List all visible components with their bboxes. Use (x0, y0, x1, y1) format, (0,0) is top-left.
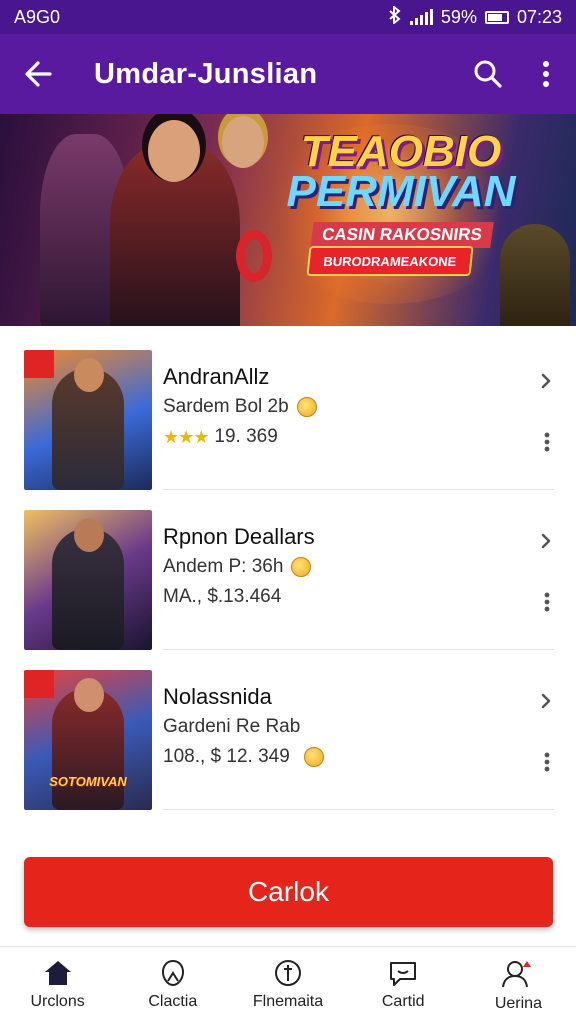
coin-icon (303, 747, 324, 767)
primary-cta-button[interactable]: Carlok (24, 857, 553, 927)
list-item[interactable]: SOTOMIVAN Nolassnida Gardeni Re Rab 108.… (0, 646, 576, 810)
banner-title: TEAOBIO PERMIVAN (286, 127, 516, 216)
nav-label: Cartid (381, 993, 425, 1010)
game-subtitle: Sardem Bol 2b (163, 396, 317, 418)
promo-banner[interactable]: TEAOBIO PERMIVAN CASIN RAKOSNIRS BURODRA… (0, 114, 576, 326)
more-vert-icon[interactable] (544, 592, 550, 617)
thumbnail-logo: SOTOMIVAN (49, 774, 127, 789)
banner-pill[interactable]: BURODRAMEAKONE (306, 246, 474, 276)
nav-label: Uerina (494, 995, 542, 1012)
banner-subtitle: CASIN RAKOSNIRS (310, 222, 494, 248)
game-thumbnail (24, 510, 152, 650)
status-time: 07:23 (516, 6, 562, 27)
game-thumbnail: SOTOMIVAN (24, 670, 152, 810)
game-title: Rpnon Deallars (163, 524, 315, 549)
game-meta: ★★★ 19. 369 (163, 426, 278, 448)
banner-title-line1: TEAOBIO (300, 127, 502, 176)
page-title: Umdar-Junslian (94, 57, 318, 90)
home-icon (44, 961, 71, 985)
chevron-right-icon[interactable] (540, 532, 552, 555)
profile-icon (502, 961, 532, 988)
banner-character-right (500, 224, 570, 326)
game-thumbnail (24, 350, 152, 490)
game-subtitle-text: Andem P: 36h (163, 556, 284, 577)
search-icon (474, 60, 502, 88)
signal-icon (409, 9, 433, 25)
game-list: AndranAllz Sardem Bol 2b ★★★ 19. 369 Rpn… (0, 326, 576, 810)
search-button[interactable] (460, 34, 516, 114)
banner-token (236, 230, 272, 282)
back-button[interactable] (0, 34, 76, 114)
game-subtitle: Gardeni Re Rab (163, 716, 300, 738)
nav-label: Urclons (30, 993, 85, 1010)
status-icons: 59% 07:23 (388, 4, 562, 29)
bottom-nav: Urclons Clactia Flnemaita Cartid Uerina (0, 946, 576, 1024)
game-meta-text: 19. 369 (214, 426, 278, 447)
more-menu-button[interactable] (516, 34, 576, 114)
rating-stars: ★★★ (163, 426, 209, 447)
status-carrier: A9G0 (14, 6, 61, 27)
list-item[interactable]: Rpnon Deallars Andem P: 36h MA., $.13.46… (0, 486, 576, 650)
divider (163, 809, 554, 810)
chat-icon (390, 962, 417, 986)
nav-label: Clactia (148, 993, 198, 1010)
game-title: Nolassnida (163, 684, 272, 709)
chevron-right-icon[interactable] (540, 692, 552, 715)
game-meta-text: MA., $.13.464 (163, 586, 282, 607)
nav-item-flnemaita[interactable]: Flnemaita (230, 947, 345, 1024)
game-subtitle-text: Sardem Bol 2b (163, 396, 289, 417)
nav-label: Flnemaita (252, 993, 324, 1010)
more-vert-icon[interactable] (544, 432, 550, 457)
nav-item-home[interactable]: Urclons (0, 947, 115, 1024)
app-bar: Umdar-Junslian (0, 34, 576, 114)
arrow-left-icon (25, 61, 52, 87)
game-subtitle: Andem P: 36h (163, 556, 312, 578)
bluetooth-icon (388, 4, 402, 29)
game-meta: MA., $.13.464 (163, 586, 281, 608)
more-vert-icon[interactable] (544, 752, 550, 777)
battery-percent: 59% (440, 6, 477, 27)
more-vert-icon (543, 61, 549, 87)
nav-item-cartid[interactable]: Cartid (346, 947, 461, 1024)
coin-icon (296, 397, 317, 417)
list-item[interactable]: AndranAllz Sardem Bol 2b ★★★ 19. 369 (0, 326, 576, 490)
bookmark-icon (161, 959, 184, 987)
game-title: AndranAllz (163, 364, 270, 389)
status-bar: A9G0 59% 07:23 (0, 0, 576, 34)
nav-item-clactia[interactable]: Clactia (115, 947, 230, 1024)
chevron-right-icon[interactable] (540, 372, 552, 395)
battery-icon (484, 10, 509, 24)
compass-icon (275, 960, 301, 986)
coin-icon (291, 557, 312, 577)
banner-character-head (148, 120, 200, 182)
banner-title-line2: PERMIVAN (286, 167, 516, 216)
game-meta: 108., $ 12. 349 (163, 746, 324, 768)
banner-character-head-2 (222, 116, 264, 168)
game-meta-text: 108., $ 12. 349 (163, 746, 290, 767)
nav-item-profile[interactable]: Uerina (461, 947, 576, 1024)
game-subtitle-text: Gardeni Re Rab (163, 716, 301, 737)
